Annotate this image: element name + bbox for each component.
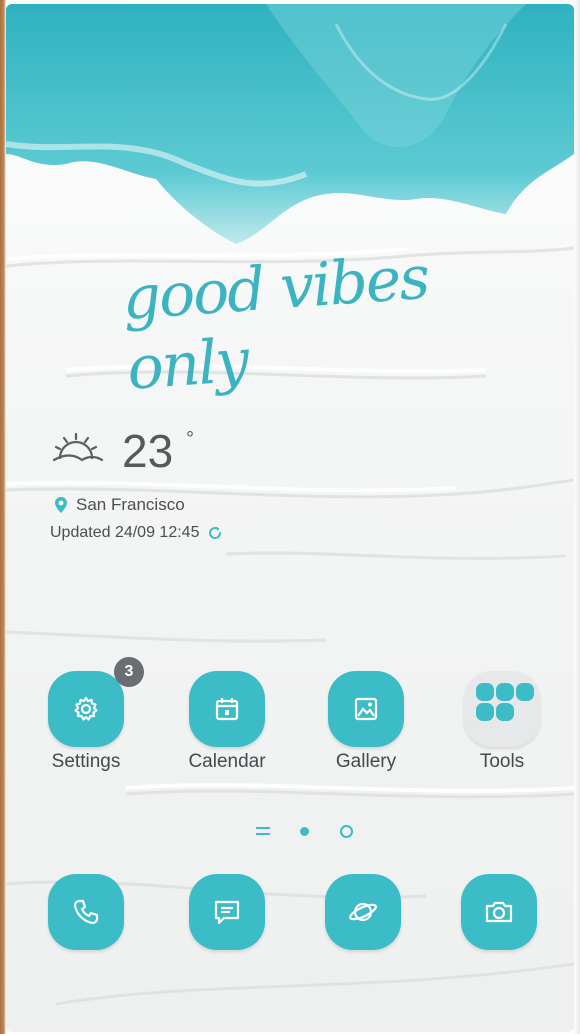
folder-app-preview [476, 683, 494, 701]
messages-icon [214, 900, 240, 925]
page-indicator[interactable] [256, 822, 366, 842]
folder-app-preview [476, 703, 494, 721]
partly-sunny-icon [52, 432, 104, 462]
folder-app-preview [516, 683, 534, 701]
folder-app-preview [496, 683, 514, 701]
location-name: San Francisco [76, 495, 185, 514]
updated-row: Updated 24/09 12:45 [50, 522, 223, 544]
camera-icon [485, 901, 513, 923]
refresh-icon[interactable] [207, 525, 223, 541]
folder-app-preview [496, 703, 514, 721]
dock-messages[interactable] [189, 874, 265, 950]
app-label-tools: Tools [479, 751, 525, 772]
dock-browser[interactable] [325, 874, 401, 950]
folder-icon[interactable] [464, 671, 540, 747]
app-calendar[interactable]: Calendar [172, 671, 282, 781]
app-label-calendar: Calendar [188, 751, 266, 772]
location-pin-icon [55, 497, 67, 513]
notification-badge: 3 [114, 657, 144, 687]
temperature: 23 [122, 425, 174, 477]
app-tools-folder[interactable]: Tools [447, 671, 557, 781]
home-screen: good vibes only 23 ° San Francisco Updat… [6, 4, 574, 1032]
page-indicator-dot[interactable] [300, 827, 309, 836]
calendar-tile[interactable] [189, 671, 265, 747]
page-indicator-current[interactable] [340, 825, 353, 838]
app-label-settings: Settings [51, 751, 121, 772]
app-settings[interactable]: 3 Settings [31, 657, 144, 781]
browser-icon [349, 902, 377, 922]
device-frame: good vibes only 23 ° San Francisco Updat… [0, 0, 580, 1034]
dock-camera[interactable] [461, 874, 537, 950]
location-row: San Francisco [54, 494, 185, 516]
gallery-icon [354, 697, 378, 721]
page-indicator-home[interactable] [256, 827, 270, 837]
dock-phone[interactable] [48, 874, 124, 950]
updated-time: Updated 24/09 12:45 [50, 524, 200, 541]
settings-tile[interactable] [48, 671, 124, 747]
gear-icon [74, 696, 98, 721]
calendar-icon [215, 698, 239, 721]
gallery-tile[interactable] [328, 671, 404, 747]
app-label-gallery: Gallery [335, 751, 397, 772]
temperature-unit: ° [186, 428, 194, 450]
weather-widget[interactable]: 23 ° San Francisco Updated 24/09 12:45 [50, 424, 310, 554]
phone-icon [73, 899, 99, 925]
app-gallery[interactable]: Gallery [311, 671, 421, 781]
